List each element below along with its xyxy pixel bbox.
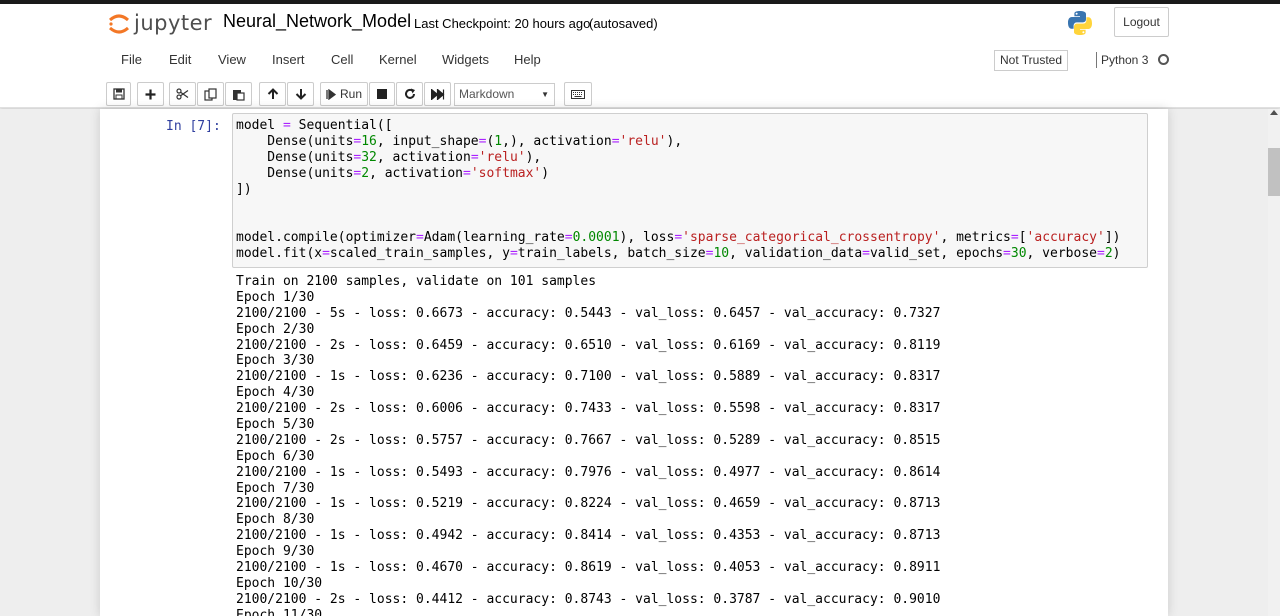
- output-line: Epoch 6/30: [236, 448, 315, 464]
- menu-insert[interactable]: Insert: [272, 52, 305, 67]
- output-line: Epoch 10/30: [236, 575, 323, 591]
- output-line: Epoch 7/30: [236, 480, 315, 496]
- output-line: Train on 2100 samples, validate on 101 s…: [236, 274, 597, 289]
- logout-button[interactable]: Logout: [1114, 7, 1169, 37]
- output-line: 2100/2100 - 1s - loss: 0.6236 - accuracy…: [236, 369, 941, 385]
- command-palette-button[interactable]: [564, 82, 592, 106]
- run-button[interactable]: Run: [320, 82, 368, 106]
- menu-view[interactable]: View: [218, 52, 246, 67]
- code-line: model = Sequential([: [236, 118, 393, 133]
- kernel-status-icon: [1158, 54, 1169, 65]
- output-line: 2100/2100 - 1s - loss: 0.4942 - accuracy…: [236, 528, 941, 544]
- plus-icon: [145, 89, 156, 99]
- output-line: 2100/2100 - 1s - loss: 0.5493 - accuracy…: [236, 464, 941, 480]
- scrollbar-thumb[interactable]: [1268, 148, 1280, 196]
- output-line: Epoch 9/30: [236, 544, 315, 560]
- output-line: Epoch 8/30: [236, 512, 315, 528]
- copy-icon: [204, 87, 217, 101]
- move-cell-up-button[interactable]: [259, 82, 286, 106]
- notebook-title[interactable]: Neural_Network_Model: [223, 11, 411, 32]
- arrow-down-icon: [295, 89, 306, 100]
- chevron-down-icon: ▼: [541, 90, 549, 99]
- paste-button[interactable]: [225, 82, 252, 106]
- restart-icon: [404, 88, 415, 99]
- stop-icon: [377, 89, 387, 99]
- jupyter-logo-icon: [108, 11, 130, 35]
- cell-prompt: In [7]:: [166, 119, 221, 134]
- kernel-name[interactable]: Python 3: [1101, 53, 1148, 67]
- menu-widgets[interactable]: Widgets: [442, 52, 489, 67]
- code-line: model.compile(optimizer=Adam(learning_ra…: [236, 230, 1121, 245]
- menu-file[interactable]: File: [121, 52, 142, 67]
- output-line: 2100/2100 - 1s - loss: 0.4670 - accuracy…: [236, 560, 941, 576]
- output-line: Epoch 5/30: [236, 417, 315, 433]
- jupyter-logo[interactable]: jupyter: [108, 8, 212, 38]
- interrupt-kernel-button[interactable]: [369, 82, 395, 106]
- menu-edit[interactable]: Edit: [169, 52, 191, 67]
- run-icon: [326, 88, 336, 100]
- cell-type-select[interactable]: Markdown ▼: [454, 83, 555, 106]
- kernel-divider: [1096, 52, 1097, 68]
- save-icon: [112, 88, 125, 100]
- cut-button[interactable]: [169, 82, 196, 106]
- move-cell-down-button[interactable]: [287, 82, 314, 106]
- output-line: 2100/2100 - 2s - loss: 0.4412 - accuracy…: [236, 591, 941, 607]
- cell-type-value: Markdown: [459, 87, 515, 101]
- notebook-page: In [7]: model = Sequential([ Dense(units…: [100, 109, 1168, 616]
- paste-icon: [233, 89, 245, 101]
- restart-run-all-button[interactable]: [424, 82, 451, 106]
- output-line: Epoch 4/30: [236, 385, 315, 401]
- autosave-status: (autosaved): [589, 16, 658, 31]
- output-line: 2100/2100 - 2s - loss: 0.6459 - accuracy…: [236, 337, 941, 353]
- output-line: Epoch 11/30: [236, 607, 323, 616]
- code-line: Dense(units=2, activation='softmax'): [236, 166, 550, 181]
- output-line: 2100/2100 - 5s - loss: 0.6673 - accuracy…: [236, 305, 941, 321]
- code-line: Dense(units=32, activation='relu'),: [236, 150, 542, 165]
- scroll-up-arrow-icon[interactable]: [1270, 110, 1278, 115]
- code-line: ]): [236, 182, 252, 197]
- fast-forward-icon: [430, 88, 444, 100]
- restart-kernel-button[interactable]: [396, 82, 423, 106]
- copy-button[interactable]: [197, 82, 224, 106]
- save-button[interactable]: [106, 82, 131, 106]
- insert-cell-button[interactable]: [137, 82, 164, 106]
- menu-help[interactable]: Help: [514, 52, 541, 67]
- output-line: 2100/2100 - 1s - loss: 0.5219 - accuracy…: [236, 496, 941, 512]
- run-label: Run: [339, 87, 362, 101]
- output-line: Epoch 1/30: [236, 289, 315, 305]
- output-line: 2100/2100 - 2s - loss: 0.5757 - accuracy…: [236, 432, 941, 448]
- notebook-header: jupyter Neural_Network_Model Last Checkp…: [0, 4, 1280, 108]
- jupyter-logo-text: jupyter: [134, 11, 213, 35]
- checkpoint-status: Last Checkpoint: 20 hours ago: [414, 16, 591, 31]
- output-line: 2100/2100 - 2s - loss: 0.6006 - accuracy…: [236, 401, 941, 417]
- output-line: Epoch 2/30: [236, 321, 315, 337]
- cut-icon: [176, 88, 189, 100]
- code-line: Dense(units=16, input_shape=(1,), activa…: [236, 134, 683, 149]
- toolbar: Run Markdown ▼: [106, 82, 1106, 107]
- menu-kernel[interactable]: Kernel: [379, 52, 417, 67]
- menubar: File Edit View Insert Cell Kernel Widget…: [108, 45, 1172, 75]
- output-line: Epoch 3/30: [236, 353, 315, 369]
- keyboard-icon: [571, 89, 585, 99]
- code-line: model.fit(x=scaled_train_samples, y=trai…: [236, 246, 1121, 261]
- arrow-up-icon: [267, 88, 278, 99]
- python-logo-icon: [1066, 9, 1094, 37]
- code-cell-editor[interactable]: model = Sequential([ Dense(units=16, inp…: [232, 113, 1148, 268]
- not-trusted-button[interactable]: Not Trusted: [994, 50, 1069, 71]
- cell-output: Train on 2100 samples, validate on 101 s…: [236, 274, 1152, 616]
- menu-cell[interactable]: Cell: [331, 52, 353, 67]
